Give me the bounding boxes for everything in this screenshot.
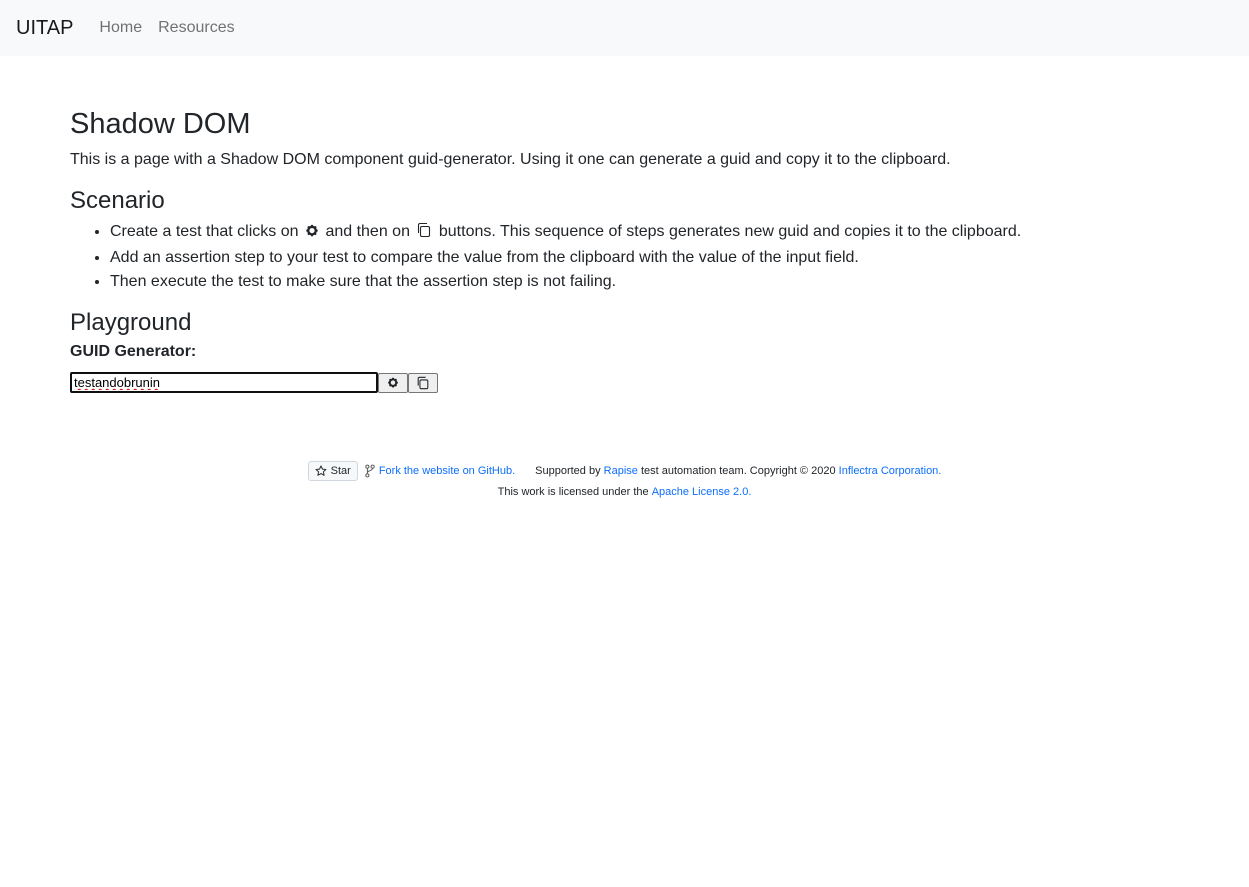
copy-icon xyxy=(416,376,430,390)
team-copyright-text: test automation team. Copyright © 2020 xyxy=(640,465,836,477)
footer: Star Fork the website on GitHub. Support… xyxy=(0,460,1249,500)
copy-guid-button[interactable] xyxy=(408,372,438,393)
footer-line-2: This work is licensed under the Apache L… xyxy=(0,484,1249,500)
navbar-brand[interactable]: UITAP xyxy=(16,17,73,40)
scenario-step-3: Then execute the test to make sure that … xyxy=(110,270,1180,294)
guid-input[interactable] xyxy=(70,372,378,393)
copy-icon xyxy=(416,222,432,246)
supported-by-text: Supported by xyxy=(535,465,601,477)
main-content: Shadow DOM This is a page with a Shadow … xyxy=(70,56,1180,393)
nav-link-home[interactable]: Home xyxy=(91,19,150,37)
gear-icon xyxy=(305,222,319,246)
playground-heading: Playground xyxy=(70,309,192,336)
fork-github-link[interactable]: Fork the website on GitHub. xyxy=(379,465,515,477)
scenario-step-1: Create a test that clicks on and then on… xyxy=(110,220,1180,246)
gear-icon xyxy=(387,377,399,389)
footer-line-1: Star Fork the website on GitHub. Support… xyxy=(0,460,1249,482)
navbar: UITAP Home Resources xyxy=(0,0,1249,56)
guid-generator-label: GUID Generator: xyxy=(70,343,197,360)
fork-icon xyxy=(364,464,376,478)
inflectra-link[interactable]: Inflectra Corporation. xyxy=(839,465,942,477)
star-icon xyxy=(315,465,327,476)
star-label: Star xyxy=(330,465,351,477)
step1-text-before: Create a test that clicks on xyxy=(110,223,299,240)
page-title: Shadow DOM xyxy=(70,108,251,140)
guid-generator xyxy=(70,372,1180,393)
step1-text-middle: and then on xyxy=(325,223,410,240)
page-intro: This is a page with a Shadow DOM compone… xyxy=(70,151,951,168)
generate-guid-button[interactable] xyxy=(378,372,408,393)
apache-license-link[interactable]: Apache License 2.0. xyxy=(652,486,752,498)
github-star-button[interactable]: Star xyxy=(307,461,358,481)
nav-link-resources[interactable]: Resources xyxy=(150,19,242,37)
scenario-heading: Scenario xyxy=(70,187,165,214)
scenario-steps: Create a test that clicks on and then on… xyxy=(70,220,1180,294)
step1-text-after: buttons. This sequence of steps generate… xyxy=(438,223,1022,240)
license-text: This work is licensed under the xyxy=(497,486,649,498)
rapise-link[interactable]: Rapise xyxy=(604,465,638,477)
scenario-step-2: Add an assertion step to your test to co… xyxy=(110,246,1180,270)
